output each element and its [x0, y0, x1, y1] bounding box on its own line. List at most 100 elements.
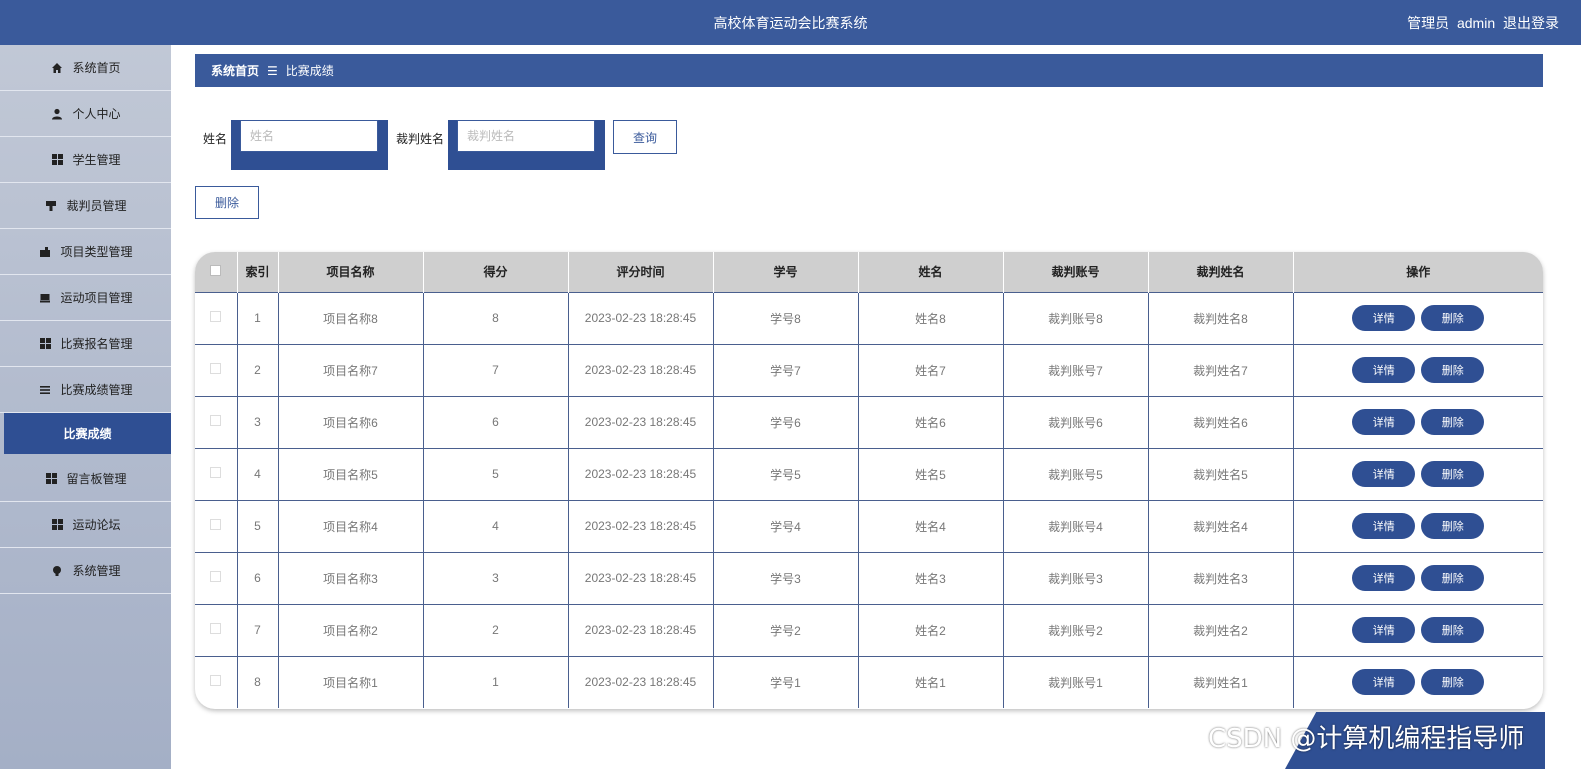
grid-icon — [44, 472, 58, 486]
sidebar-item-project-types[interactable]: 项目类型管理 — [0, 229, 171, 275]
row-checkbox[interactable] — [210, 363, 222, 374]
breadcrumb-current: 比赛成绩 — [285, 64, 334, 78]
detail-button[interactable]: 详情 — [1352, 305, 1416, 331]
table-cell: 2023-02-23 18:28:45 — [568, 499, 714, 552]
select-all-header — [195, 252, 238, 292]
sidebar-item-label: 运动项目管理 — [60, 291, 133, 305]
delete-row-button[interactable]: 删除 — [1421, 409, 1485, 435]
tray-icon — [38, 291, 52, 305]
detail-button[interactable]: 详情 — [1352, 617, 1416, 643]
stamp-icon — [44, 199, 58, 213]
table-cell: 3 — [423, 551, 569, 604]
table-cell: 姓名4 — [858, 499, 1004, 552]
logout-link[interactable]: 退出登录 — [1503, 15, 1559, 31]
table-row: 1 项目名称8 8 2023-02-23 18:28:45 学号8 姓名8 裁判账号8 裁判姓… — [195, 291, 1543, 344]
detail-button[interactable]: 详情 — [1352, 461, 1416, 487]
table-cell: 1 — [237, 291, 279, 344]
table-cell: 2023-02-23 18:28:45 — [568, 343, 714, 396]
search-form: 姓名 裁判姓名 查询 — [195, 120, 678, 170]
sidebar-item-label: 比赛报名管理 — [60, 337, 133, 351]
table-cell: 7 — [237, 603, 279, 656]
row-select-cell — [195, 603, 238, 656]
table-cell: 裁判账号2 — [1003, 603, 1149, 656]
table-cell: 学号2 — [713, 603, 859, 656]
sidebar-item-label: 留言板管理 — [66, 472, 127, 486]
breadcrumb-separator-icon: ☰ — [267, 63, 278, 78]
row-checkbox[interactable] — [210, 675, 222, 687]
sidebar-item-judges[interactable]: 裁判员管理 — [0, 183, 171, 229]
table-cell: 裁判账号3 — [1003, 551, 1149, 604]
judge-name-input-wrapper — [448, 120, 606, 170]
row-checkbox[interactable] — [210, 415, 222, 426]
row-checkbox[interactable] — [210, 311, 222, 322]
table-cell: 学号4 — [713, 499, 859, 552]
sidebar-item-label: 比赛成绩管理 — [60, 383, 133, 397]
delete-row-button[interactable]: 删除 — [1421, 565, 1485, 591]
detail-button[interactable]: 详情 — [1352, 669, 1416, 696]
row-select-cell — [195, 551, 238, 604]
column-header: 索引 — [237, 252, 279, 292]
delete-row-button[interactable]: 删除 — [1421, 669, 1485, 696]
query-button[interactable]: 查询 — [613, 120, 678, 154]
table-cell: 裁判姓名6 — [1148, 395, 1294, 448]
detail-button[interactable]: 详情 — [1352, 565, 1416, 591]
sidebar-item-registration[interactable]: 比赛报名管理 — [0, 321, 171, 367]
sidebar-item-label: 比赛成绩 — [63, 427, 112, 441]
delete-row-button[interactable]: 删除 — [1421, 461, 1485, 487]
name-label: 姓名 — [203, 132, 228, 146]
delete-row-button[interactable]: 删除 — [1421, 513, 1485, 539]
row-checkbox[interactable] — [210, 623, 222, 634]
sidebar-item-profile[interactable]: 个人中心 — [0, 91, 171, 137]
detail-button[interactable]: 详情 — [1352, 513, 1416, 539]
grid-icon — [50, 518, 64, 532]
table-cell: 6 — [423, 395, 569, 448]
sidebar-item-students[interactable]: 学生管理 — [0, 137, 171, 183]
table-cell: 4 — [237, 447, 279, 500]
sidebar-subitem-scores[interactable]: 比赛成绩 — [4, 413, 171, 454]
sidebar-item-message-board[interactable]: 留言板管理 — [0, 456, 171, 502]
sidebar-item-sports[interactable]: 运动项目管理 — [0, 275, 171, 321]
row-select-cell — [195, 499, 238, 552]
delete-row-button[interactable]: 删除 — [1421, 357, 1485, 383]
row-checkbox[interactable] — [210, 467, 222, 478]
table-cell: 4 — [423, 499, 569, 552]
row-select-cell — [195, 343, 238, 396]
table-cell: 项目名称4 — [278, 499, 424, 552]
table-cell: 5 — [423, 447, 569, 500]
table-cell: 2023-02-23 18:28:45 — [568, 551, 714, 604]
table-cell: 裁判姓名1 — [1148, 655, 1294, 708]
row-checkbox[interactable] — [210, 571, 222, 582]
bulb-icon — [50, 564, 64, 578]
delete-row-button[interactable]: 删除 — [1421, 617, 1485, 643]
sidebar-item-label: 学生管理 — [72, 153, 121, 167]
name-search-input[interactable] — [240, 120, 379, 152]
table-cell: 2023-02-23 18:28:45 — [568, 395, 714, 448]
table-cell: 项目名称3 — [278, 551, 424, 604]
main-content: 系统首页 ☰ 比赛成绩 姓名 裁判姓名 查询 删除 索引 项目名称 得分 — [195, 54, 1543, 709]
table-cell: 裁判姓名8 — [1148, 291, 1294, 344]
table-row: 5 项目名称4 4 2023-02-23 18:28:45 学号4 姓名4 裁判账号4 裁判姓… — [195, 499, 1543, 552]
table-cell: 项目名称7 — [278, 343, 424, 396]
table-cell: 裁判账号7 — [1003, 343, 1149, 396]
row-checkbox[interactable] — [210, 519, 222, 530]
sidebar-item-scores-management[interactable]: 比赛成绩管理 — [0, 367, 171, 413]
detail-button[interactable]: 详情 — [1352, 409, 1416, 435]
table-cell: 姓名5 — [858, 447, 1004, 500]
sidebar-item-label: 系统首页 — [72, 61, 121, 75]
table-cell: 2023-02-23 18:28:45 — [568, 655, 714, 708]
judge-name-search-input[interactable] — [457, 120, 596, 152]
delete-row-button[interactable]: 删除 — [1421, 305, 1485, 331]
user-area: 管理员 admin 退出登录 — [1403, 13, 1559, 33]
batch-delete-button[interactable]: 删除 — [195, 186, 259, 219]
actions-cell: 详情 删除 — [1293, 551, 1543, 604]
table-cell: 2 — [237, 343, 279, 396]
breadcrumb-home[interactable]: 系统首页 — [211, 62, 259, 79]
detail-button[interactable]: 详情 — [1352, 357, 1416, 383]
sidebar-item-forum[interactable]: 运动论坛 — [0, 502, 171, 548]
select-all-checkbox[interactable] — [210, 264, 222, 276]
sidebar-item-home[interactable]: 系统首页 — [0, 45, 171, 91]
table-cell: 项目名称5 — [278, 447, 424, 500]
sidebar-item-system[interactable]: 系统管理 — [0, 548, 171, 594]
row-select-cell — [195, 291, 238, 344]
table-row: 7 项目名称2 2 2023-02-23 18:28:45 学号2 姓名2 裁判账号2 裁判姓… — [195, 603, 1543, 656]
